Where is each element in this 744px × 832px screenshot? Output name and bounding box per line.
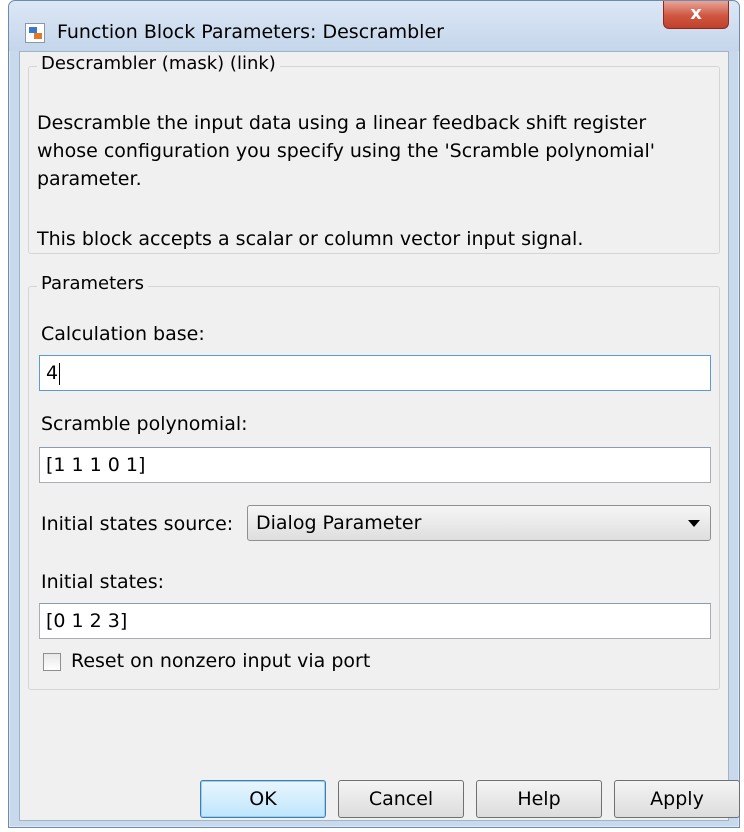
title-bar[interactable]: Function Block Parameters: Descrambler x (9, 1, 739, 51)
dropdown-arrow-icon (688, 520, 700, 527)
help-button[interactable]: Help (476, 780, 602, 818)
calculation-base-input[interactable]: 4 (39, 355, 711, 391)
ok-button[interactable]: OK (200, 780, 326, 818)
calculation-base-label: Calculation base: (41, 323, 205, 345)
dialog-window: Function Block Parameters: Descrambler x… (8, 0, 740, 828)
text-caret (59, 362, 61, 385)
initial-states-source-selected: Dialog Parameter (256, 512, 422, 534)
dialog-client-area: Descrambler (mask) (link) Descramble the… (19, 51, 740, 821)
calculation-base-value: 4 (46, 362, 59, 384)
window-title: Function Block Parameters: Descrambler (57, 21, 444, 43)
close-button[interactable]: x (663, 1, 729, 29)
initial-states-label: Initial states: (41, 571, 165, 593)
scramble-polynomial-label: Scramble polynomial: (41, 413, 248, 435)
description-group: Descrambler (mask) (link) Descramble the… (28, 53, 720, 254)
initial-states-source-label: Initial states source: (41, 513, 234, 535)
parameters-group: Parameters Calculation base: 4 Scramble … (28, 273, 720, 690)
simulink-app-icon (25, 23, 45, 43)
reset-on-nonzero-checkbox[interactable] (43, 653, 61, 671)
apply-button[interactable]: Apply (614, 780, 740, 818)
initial-states-source-dropdown[interactable]: Dialog Parameter (247, 505, 711, 541)
description-group-title: Descrambler (mask) (link) (37, 53, 280, 74)
initial-states-input[interactable]: [0 1 2 3] (39, 603, 711, 639)
cancel-button[interactable]: Cancel (338, 780, 464, 818)
description-text: Descramble the input data using a linear… (37, 112, 656, 190)
scramble-polynomial-input[interactable]: [1 1 1 0 1] (39, 447, 711, 483)
reset-on-nonzero-label[interactable]: Reset on nonzero input via port (71, 650, 370, 672)
description-text-input-signal: This block accepts a scalar or column ve… (37, 228, 584, 250)
parameters-group-title: Parameters (37, 273, 149, 294)
